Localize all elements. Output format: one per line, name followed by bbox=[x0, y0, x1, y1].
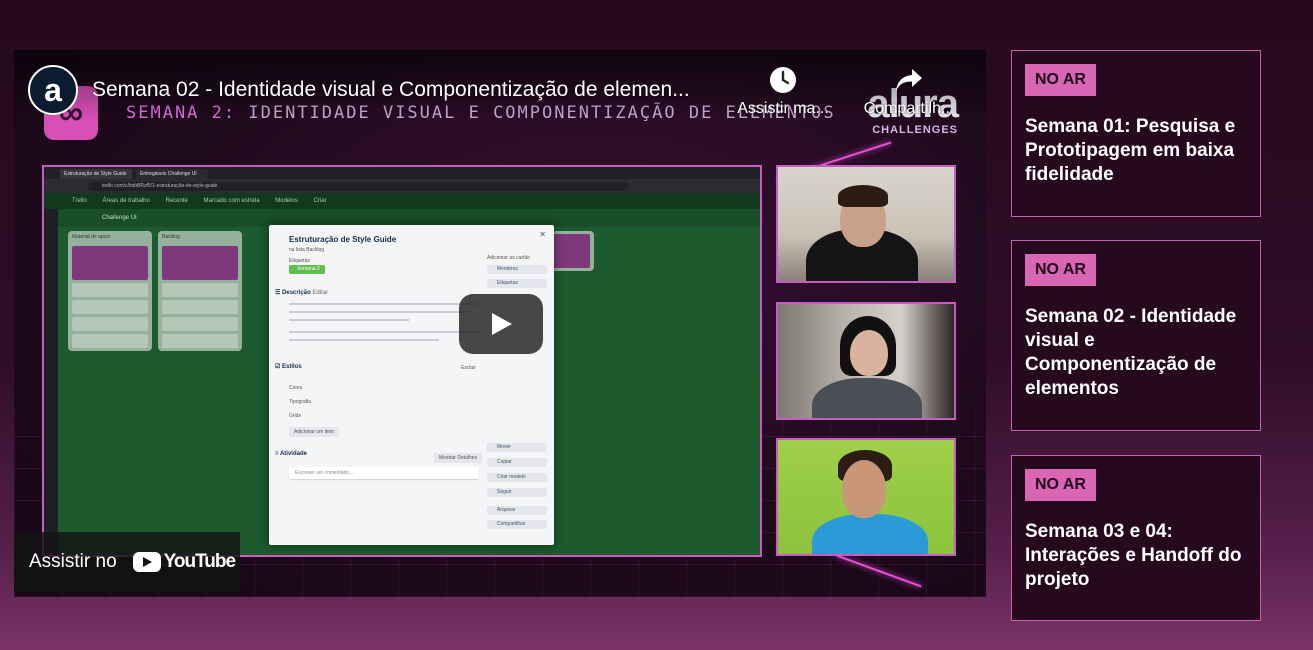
card-title: Estruturação de Style Guide bbox=[289, 235, 397, 244]
webcam-speaker-1 bbox=[776, 165, 956, 283]
checklist-heading: ☑ Estilos bbox=[275, 364, 302, 370]
episode-title: Semana 03 e 04: Interações e Handoff do … bbox=[1025, 521, 1242, 590]
url-field: trello.com/c/bxbBRzf5/1-estruturação-de-… bbox=[88, 182, 628, 191]
playlist-item[interactable]: NO AR Semana 02 - Identidade visual e Co… bbox=[1011, 240, 1261, 431]
playlist-item[interactable]: NO AR Semana 03 e 04: Interações e Hando… bbox=[1011, 455, 1261, 621]
playlist-item[interactable]: NO AR Semana 01: Pesquisa e Prototipagem… bbox=[1011, 50, 1261, 217]
watch-later-label: Assistir ma... bbox=[737, 100, 829, 117]
video-player[interactable]: ∞ SEMANA 2: IDENTIDADE VISUAL E COMPONEN… bbox=[14, 50, 986, 597]
browser-side-strip bbox=[44, 193, 58, 555]
browser-url-bar: trello.com/c/bxbBRzf5/1-estruturação-de-… bbox=[44, 179, 760, 193]
live-badge: NO AR bbox=[1025, 64, 1096, 96]
watch-later-button[interactable]: Assistir ma... bbox=[728, 66, 838, 118]
comment-field: Escrever um comentário... bbox=[289, 467, 479, 479]
label-chip: Semana 2 bbox=[289, 265, 325, 274]
share-label: Compartilh... bbox=[863, 100, 955, 117]
card-modal: Estruturação de Style Guide ✕ na lista B… bbox=[269, 225, 554, 545]
webcam-speaker-2 bbox=[776, 302, 956, 420]
trello-nav: Trello Áreas de trabalho Recente Marcado… bbox=[44, 193, 760, 209]
play-button[interactable] bbox=[459, 294, 543, 354]
description-heading: ☰ Descrição Editar bbox=[275, 290, 329, 296]
browser-tab-bar: Estruturação de Style Guide Entregáveis … bbox=[44, 167, 760, 179]
live-badge: NO AR bbox=[1025, 254, 1096, 286]
share-button[interactable]: Compartilh... bbox=[854, 66, 964, 118]
video-title[interactable]: Semana 02 - Identidade visual e Componen… bbox=[92, 78, 690, 102]
browser-tab: Entregáveis Challenge UI bbox=[136, 169, 208, 179]
close-icon: ✕ bbox=[539, 230, 546, 239]
browser-tab: Estruturação de Style Guide bbox=[60, 169, 132, 179]
youtube-play-icon bbox=[132, 552, 161, 572]
youtube-logo: YouTube bbox=[132, 551, 236, 573]
webcam-speaker-3 bbox=[776, 438, 956, 556]
channel-avatar[interactable]: a bbox=[28, 65, 78, 115]
activity-heading: ≡ Atividade bbox=[275, 451, 307, 457]
watch-on-youtube-button[interactable]: Assistir no YouTube bbox=[14, 532, 240, 592]
live-badge: NO AR bbox=[1025, 469, 1096, 501]
trello-list: Backlog bbox=[158, 231, 242, 351]
play-icon bbox=[492, 313, 512, 335]
clock-icon bbox=[770, 67, 796, 93]
share-arrow-icon bbox=[896, 69, 922, 91]
screen-share: Estruturação de Style Guide Entregáveis … bbox=[42, 165, 762, 557]
trello-list: Material de apoio bbox=[68, 231, 152, 351]
episode-title: Semana 02 - Identidade visual e Componen… bbox=[1025, 306, 1237, 399]
episode-title: Semana 01: Pesquisa e Prototipagem em ba… bbox=[1025, 116, 1236, 185]
watch-on-label: Assistir no bbox=[29, 551, 117, 572]
